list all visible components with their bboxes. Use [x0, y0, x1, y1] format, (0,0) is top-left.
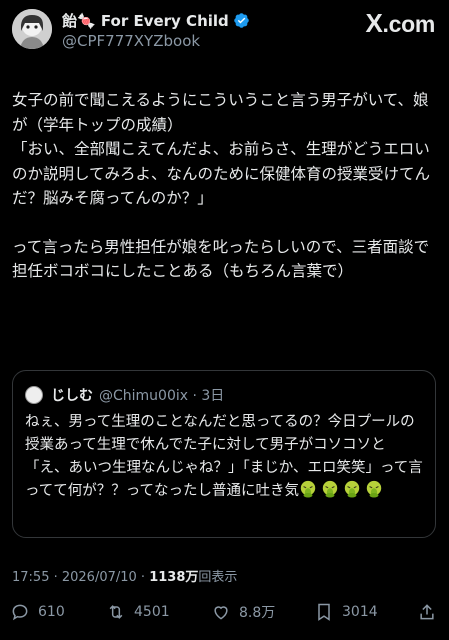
share-icon — [420, 604, 434, 620]
reply-icon — [12, 604, 28, 621]
like-button[interactable]: 8.8万 — [211, 598, 275, 626]
bookmark-count: 3014 — [342, 604, 378, 620]
user-handle[interactable]: @CPF777XYZbook — [62, 32, 200, 50]
reply-count: 610 — [38, 604, 65, 620]
share-button[interactable] — [417, 598, 445, 626]
quoted-post[interactable]: じしむ @Chimu00ix · 3日 ねぇ、男って生理のことなんだと思ってるの… — [12, 370, 436, 538]
post-paragraph-2: って言ったら男性担任が娘を叱ったらしいので、三者面談で担任ボコボコにしたことある… — [12, 237, 430, 281]
user-avatar[interactable] — [12, 9, 52, 49]
bookmark-icon — [318, 603, 330, 621]
vomiting-face-emoji — [366, 480, 382, 498]
verified-badge-icon — [234, 12, 249, 28]
vomiting-face-emoji — [322, 480, 338, 498]
vomiting-face-emoji — [344, 480, 360, 498]
view-count: 1138万 — [149, 570, 199, 585]
display-name[interactable]: 飴🍬 For Every Child — [62, 10, 229, 31]
views-label: 回表示 — [198, 570, 238, 585]
post-paragraph-1: 女子の前で聞こえるようにこういうこと言う男子がいて、娘が（学年トップの成績） 「… — [12, 91, 431, 207]
reply-button[interactable]: 610 — [10, 598, 65, 626]
quoted-post-text: ねぇ、男って生理のことなんだと思ってるの？今日プールの授業あって生理で休んでた子… — [25, 411, 425, 503]
name-row[interactable]: 飴🍬 For Every Child — [62, 10, 250, 30]
quoted-user-avatar — [25, 386, 43, 404]
post-body: 女子の前で聞こえるようにこういうこと言う男子がいて、娘が（学年トップの成績） 「… — [12, 88, 440, 284]
repost-icon — [109, 605, 123, 619]
repost-button[interactable]: 4501 — [106, 598, 170, 626]
post-time-date[interactable]: 17:55 · 2026/07/10 · — [12, 570, 149, 585]
post-timestamp-views: 17:55 · 2026/07/10 · 1138万回表示 — [12, 566, 237, 585]
like-count: 8.8万 — [239, 605, 276, 621]
quoted-post-header: じしむ @Chimu00ix · 3日 — [25, 385, 224, 405]
quoted-handle-time: @Chimu00ix · 3日 — [99, 388, 225, 404]
vomiting-face-emoji — [300, 480, 316, 498]
bookmark-button[interactable]: 3014 — [314, 598, 378, 626]
action-bar: 610 4501 8.8万 3014 — [0, 598, 449, 628]
brand-suffix: .com — [382, 11, 436, 37]
heart-icon — [214, 606, 228, 620]
post-header: 飴🍬 For Every Child @CPF777XYZbook X.com — [0, 0, 449, 64]
repost-count: 4501 — [134, 604, 170, 620]
x-logo-letter: X — [365, 8, 383, 38]
quoted-display-name: じしむ — [51, 388, 93, 404]
x-brand-logo: X.com — [365, 8, 435, 39]
